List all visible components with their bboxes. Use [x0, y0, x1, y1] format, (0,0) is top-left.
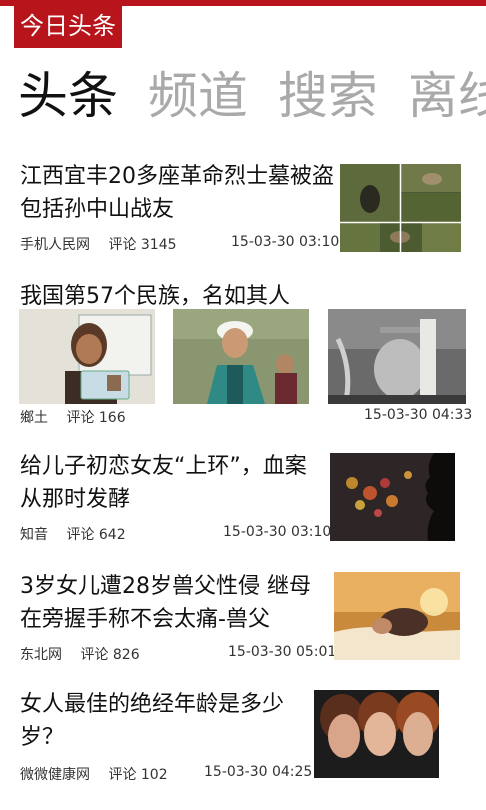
woman-id-card-image[interactable] [19, 309, 155, 404]
news-item[interactable]: 3岁女儿遭28岁兽父性侵 继母在旁握手称不会太痛-兽父 东北网 评论 826 1… [0, 570, 486, 670]
article-comments: 评论 642 [66, 527, 126, 543]
three-women-faces-image[interactable] [314, 690, 439, 778]
article-source: 鄉土 [20, 410, 48, 426]
article-time: 15-03-30 03:10 [231, 234, 340, 250]
article-time: 15-03-30 04:25 [204, 764, 313, 780]
article-title[interactable]: 给儿子初恋女友“上环”，血案从那时发酵 [20, 450, 320, 516]
app-logo: 今日头条 [14, 6, 122, 48]
article-time: 15-03-30 05:01 [228, 644, 337, 660]
pivot-tabs: 头条 频道 搜索 离线 [18, 66, 486, 126]
graves-collage-image[interactable] [340, 164, 461, 252]
article-source: 手机人民网 [20, 237, 90, 253]
news-item[interactable]: 女人最佳的绝经年龄是多少岁？ 微微健康网 评论 102 15-03-30 04:… [0, 688, 486, 788]
article-meta: 东北网 评论 826 15-03-30 05:01 [20, 644, 336, 664]
article-title[interactable]: 江西宜丰20多座革命烈士墓被盗 包括孙中山战友 [20, 160, 335, 226]
article-title[interactable]: 女人最佳的绝经年龄是多少岁？ [20, 688, 308, 754]
tab-headlines[interactable]: 头条 [18, 66, 118, 126]
article-source: 知音 [20, 527, 48, 543]
article-time: 15-03-30 03:10 [223, 524, 332, 540]
article-title[interactable]: 3岁女儿遭28岁兽父性侵 继母在旁握手称不会太痛-兽父 [20, 570, 325, 636]
bedroom-image[interactable] [334, 572, 460, 660]
article-meta: 知音 评论 642 15-03-30 03:10 [20, 524, 331, 544]
article-meta: 微微健康网 评论 102 15-03-30 04:25 [20, 764, 313, 784]
tab-search[interactable]: 搜索 [278, 66, 378, 126]
tab-offline[interactable]: 离线 [408, 66, 486, 126]
silhouette-bokeh-image[interactable] [330, 453, 455, 541]
article-comments: 评论 102 [108, 767, 168, 783]
article-source: 微微健康网 [20, 767, 90, 783]
article-comments: 评论 166 [66, 410, 126, 426]
article-source: 东北网 [20, 647, 62, 663]
news-item[interactable]: 江西宜丰20多座革命烈士墓被盗 包括孙中山战友 手机人民网 评论 3145 15… [0, 160, 486, 260]
article-time: 15-03-30 04:33 [364, 407, 473, 423]
news-item[interactable]: 我国第57个民族，名如其人 鄉土 评论 166 15-03-30 04:33 [0, 280, 486, 430]
article-comments: 评论 3145 [108, 237, 177, 253]
article-meta: 手机人民网 评论 3145 15-03-30 03:10 [20, 234, 339, 254]
woman-traditional-dress-image[interactable] [173, 309, 309, 404]
tab-channels[interactable]: 频道 [148, 66, 248, 126]
article-meta: 鄉土 评论 166 15-03-30 04:33 [20, 407, 473, 427]
news-item[interactable]: 给儿子初恋女友“上环”，血案从那时发酵 知音 评论 642 15-03-30 0… [0, 450, 486, 550]
bamboo-basket-image[interactable] [328, 309, 466, 404]
article-comments: 评论 826 [80, 647, 140, 663]
